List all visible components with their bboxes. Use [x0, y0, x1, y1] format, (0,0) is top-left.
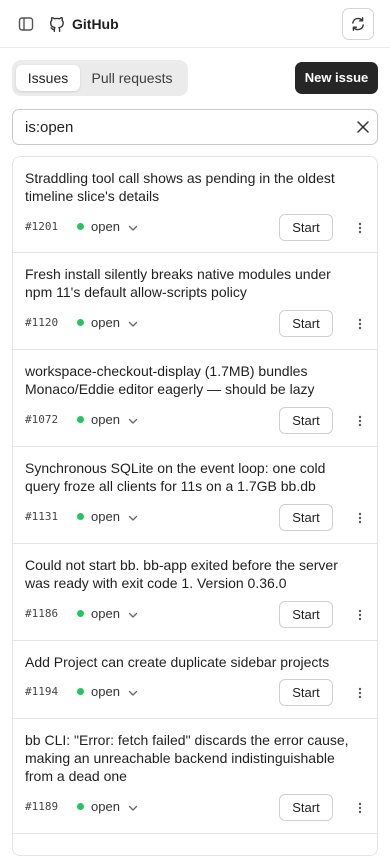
more-options-icon[interactable]: [355, 220, 365, 236]
clear-search-icon[interactable]: [355, 119, 371, 135]
more-options-icon[interactable]: [355, 510, 365, 526]
chevron-down-icon[interactable]: [127, 801, 139, 813]
search-box: [12, 109, 378, 145]
chevron-down-icon[interactable]: [127, 686, 139, 698]
issue-title[interactable]: bb CLI: "Error: fetch failed" discards t…: [25, 731, 361, 785]
issue-number: #1194: [25, 685, 59, 698]
issue-status: open: [91, 684, 120, 699]
chevron-down-icon[interactable]: [127, 608, 139, 620]
issue-status: open: [91, 412, 120, 427]
issue-status: open: [91, 219, 120, 234]
start-button[interactable]: Start: [279, 679, 333, 706]
issue-number: #1072: [25, 413, 59, 426]
chevron-down-icon[interactable]: [127, 511, 139, 523]
start-button[interactable]: Start: [279, 601, 333, 628]
issue-title[interactable]: Fresh install silently breaks native mod…: [25, 265, 361, 301]
chevron-down-icon[interactable]: [127, 414, 139, 426]
issue-title[interactable]: Straddling tool call shows as pending in…: [25, 169, 361, 205]
chevron-down-icon[interactable]: [127, 317, 139, 329]
issue-list: Straddling tool call shows as pending in…: [12, 156, 378, 856]
status-dot-icon: [77, 416, 84, 423]
more-options-icon[interactable]: [355, 685, 365, 701]
tab-issues[interactable]: Issues: [16, 65, 80, 91]
issue-item[interactable]: Fresh install silently breaks native mod…: [13, 253, 377, 350]
issue-title[interactable]: workspace-checkout-display (1.7MB) bundl…: [25, 362, 361, 398]
refresh-icon: [350, 16, 366, 32]
issue-item[interactable]: Could not start bb. bb-app exited before…: [13, 544, 377, 641]
issue-meta: #1120 open Start: [25, 310, 370, 337]
issue-number: #1131: [25, 510, 59, 523]
issue-status: open: [91, 606, 120, 621]
issue-meta: #1072 open Start: [25, 407, 370, 434]
status-dot-icon: [77, 610, 84, 617]
chevron-down-icon[interactable]: [127, 221, 139, 233]
tab-pull-requests[interactable]: Pull requests: [84, 65, 180, 91]
search-input[interactable]: [25, 117, 335, 137]
issue-item[interactable]: workspace-checkout-display (1.7MB) bundl…: [13, 350, 377, 447]
start-button[interactable]: Start: [279, 794, 333, 821]
issue-item[interactable]: bb CLI: "Error: fetch failed" discards t…: [13, 719, 377, 834]
issue-number: #1120: [25, 316, 59, 329]
more-options-icon[interactable]: [355, 607, 365, 623]
issue-pr-tabs: Issues Pull requests: [12, 60, 188, 96]
start-button[interactable]: Start: [279, 310, 333, 337]
issue-title[interactable]: Synchronous SQLite on the event loop: on…: [25, 459, 361, 495]
issue-title[interactable]: Add Project can create duplicate sidebar…: [25, 653, 361, 671]
issue-status: open: [91, 315, 120, 330]
start-button[interactable]: Start: [279, 214, 333, 241]
issue-title[interactable]: Could not start bb. bb-app exited before…: [25, 556, 361, 592]
new-issue-button[interactable]: New issue: [295, 62, 378, 94]
issue-item[interactable]: Synchronous SQLite on the event loop: on…: [13, 447, 377, 544]
app-title: GitHub: [72, 16, 119, 32]
more-options-icon[interactable]: [355, 413, 365, 429]
issue-meta: #1131 open Start: [25, 504, 370, 531]
refresh-button[interactable]: [342, 8, 374, 40]
issue-status: open: [91, 509, 120, 524]
start-button[interactable]: Start: [279, 407, 333, 434]
issue-item[interactable]: Add Project can create duplicate sidebar…: [13, 641, 377, 719]
start-button[interactable]: Start: [279, 504, 333, 531]
issue-meta: #1194 open Start: [25, 679, 370, 706]
app-header: GitHub: [0, 0, 390, 48]
github-icon: [46, 14, 66, 34]
status-dot-icon: [77, 513, 84, 520]
more-options-icon[interactable]: [355, 316, 365, 332]
issue-number: #1201: [25, 220, 59, 233]
sidebar-toggle-icon[interactable]: [17, 15, 35, 33]
status-dot-icon: [77, 688, 84, 695]
issue-number: #1186: [25, 607, 59, 620]
status-dot-icon: [77, 803, 84, 810]
issue-status: open: [91, 799, 120, 814]
issue-meta: #1186 open Start: [25, 601, 370, 628]
issue-meta: #1201 open Start: [25, 214, 370, 241]
status-dot-icon: [77, 223, 84, 230]
issue-meta: #1189 open Start: [25, 794, 370, 821]
issue-item[interactable]: Straddling tool call shows as pending in…: [13, 157, 377, 253]
issue-number: #1189: [25, 800, 59, 813]
status-dot-icon: [77, 319, 84, 326]
more-options-icon[interactable]: [355, 800, 365, 816]
